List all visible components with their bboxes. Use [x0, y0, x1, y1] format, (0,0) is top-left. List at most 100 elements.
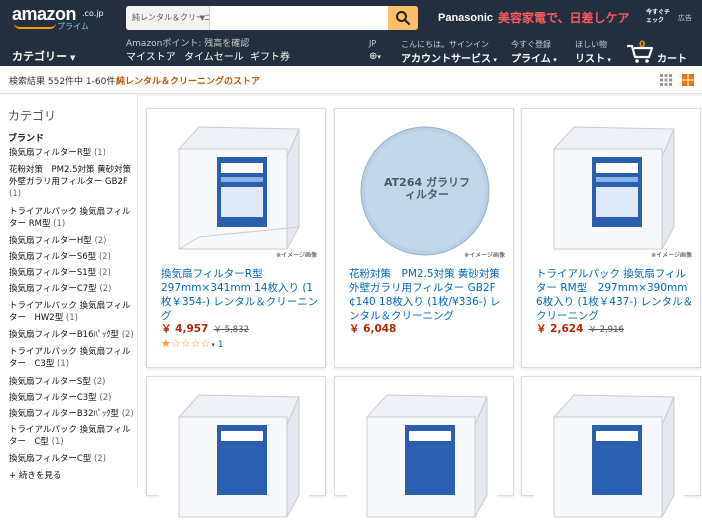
nav-link-timesale[interactable]: タイムセール [184, 48, 244, 63]
product-image[interactable] [534, 387, 684, 527]
globe-icon[interactable]: ⊕▾ [369, 51, 381, 62]
sidebar-item[interactable]: 換気扇フィルターR型 (1) [9, 147, 135, 159]
sidebar-item-label: 換気扇フィルターC7型 [9, 284, 97, 294]
sidebar-item[interactable]: 換気扇フィルターC3型 (2) [9, 392, 135, 404]
wishlist-menu[interactable]: リスト ▾ [575, 50, 611, 65]
sidebar-item[interactable]: 換気扇フィルターS型 (2) [9, 376, 135, 388]
product-image[interactable] [159, 387, 309, 527]
ad-label: 広告 [678, 14, 692, 22]
gallery-view-icon[interactable] [682, 74, 694, 86]
sidebar-title: カテゴリ [8, 109, 57, 123]
account-label: アカウントサービス [401, 54, 491, 65]
chevron-down-icon: ▼ [70, 54, 76, 62]
wishlist-label: リスト [575, 54, 605, 65]
promo-check-link[interactable]: 今すぐチェック [646, 9, 670, 25]
category-menu-label: カテゴリー [12, 50, 67, 63]
product-image[interactable] [347, 387, 497, 527]
sidebar-item[interactable]: 花粉対策 PM2.5対策 黄砂対策 外壁ガラリ用フィルター GB2F (1) [9, 164, 135, 200]
sidebar-item-count: (1) [57, 359, 70, 369]
product-title[interactable]: トライアルパック 換気扇フィルター RM型 297mm×390mm 6枚入り (… [536, 267, 694, 323]
price-value: ￥ 2,624 [536, 323, 584, 335]
rating-stars[interactable]: ★☆☆☆☆▾ 1 [161, 337, 224, 350]
brand-heading: ブランド [8, 134, 45, 144]
sidebar-item-count: (2) [98, 252, 111, 262]
product-card[interactable] [146, 376, 326, 527]
search-button[interactable] [388, 6, 418, 30]
sidebar-item-count: (2) [121, 409, 134, 419]
list-price: ￥ 5,832 [213, 325, 249, 335]
product-title[interactable]: 換気扇フィルターR型 297mm×341mm 14枚入り (1枚￥354-) レ… [161, 267, 319, 323]
sidebar-item-count: (2) [98, 268, 111, 278]
amazon-logo[interactable]: amazon .co.jp プライム [12, 4, 110, 31]
search-scope-dropdown[interactable]: 純レンタル＆クリーニング ▼ [126, 6, 210, 30]
account-greeting[interactable]: こんにちは。サインイン [401, 39, 489, 50]
sidebar-item-count: (2) [99, 284, 112, 294]
image-note: ※イメージ画像 [276, 252, 317, 259]
promo-banner-text[interactable]: 美容家電で、日差しケア [498, 9, 630, 26]
nav-link-gift-card[interactable]: ギフト券 [250, 48, 290, 63]
search-input[interactable] [210, 6, 388, 30]
wishlist-small[interactable]: ほしい物 [575, 39, 607, 50]
product-image[interactable] [534, 119, 684, 259]
sidebar-item[interactable]: トライアルパック 換気扇フィルター C型 (1) [9, 424, 135, 448]
store-link[interactable]: 純レンタル＆クリーニングのストア [116, 74, 260, 87]
see-more-link[interactable]: + 続きを見る [9, 470, 135, 482]
product-card[interactable]: ※イメージ画像 トライアルパック 換気扇フィルター RM型 297mm×390m… [521, 108, 701, 368]
product-title[interactable]: 花粉対策 PM2.5対策 黄砂対策 外壁ガラリ用フィルター GB2F ¢140 … [349, 267, 507, 323]
sidebar-item-count: (1) [65, 313, 78, 323]
sidebar-item-label: 換気扇フィルターH型 [9, 236, 92, 246]
product-card[interactable] [334, 376, 514, 527]
account-menu[interactable]: アカウントサービス ▾ [401, 50, 497, 65]
prime-label: プライム [511, 54, 551, 65]
sidebar-item-label: 換気扇フィルターR型 [9, 148, 92, 158]
sidebar-item-count: (2) [93, 454, 107, 464]
sidebar-item[interactable]: 換気扇フィルターS6型 (2) [9, 251, 135, 263]
sidebar-item-count: (1) [53, 219, 66, 229]
sidebar-item-count: (2) [94, 236, 107, 246]
prime-menu[interactable]: プライム ▾ [511, 50, 557, 65]
sidebar-item-count: (1) [9, 189, 22, 199]
prime-signup[interactable]: 今すぐ登録 [511, 39, 551, 50]
promo-brand[interactable]: Panasonic [438, 12, 493, 24]
grid-view-icon[interactable] [660, 74, 672, 86]
top-header: amazon .co.jp プライム 純レンタル＆クリーニング ▼ Panaso… [0, 0, 702, 66]
cart-button[interactable]: 0 カート [625, 40, 695, 65]
sidebar-item[interactable]: 換気扇フィルターB16ﾊﾟｯｸ型 (2) [9, 329, 135, 341]
sidebar-item[interactable]: 換気扇フィルターC型 (2) [9, 453, 135, 465]
sidebar-item-count: (1) [93, 148, 106, 158]
category-menu-button[interactable]: カテゴリー ▼ [12, 48, 75, 64]
price-value: ￥ 4,957 [161, 323, 209, 335]
category-sidebar: カテゴリ ブランド 換気扇フィルターR型 (1) 花粉対策 PM2.5対策 黄砂… [0, 95, 138, 488]
product-price: ￥ 6,048 [349, 321, 396, 336]
sidebar-item[interactable]: 換気扇フィルターB32ﾊﾟｯｸ型 (2) [9, 408, 135, 420]
sidebar-item-label: 換気扇フィルターB32ﾊﾟｯｸ型 [9, 409, 119, 419]
image-note: ※イメージ画像 [651, 252, 692, 259]
sidebar-item[interactable]: 換気扇フィルターC7型 (2) [9, 283, 135, 295]
language-code[interactable]: JP [369, 39, 376, 48]
product-card[interactable]: ※イメージ画像 換気扇フィルターR型 297mm×341mm 14枚入り (1枚… [146, 108, 326, 368]
sidebar-item[interactable]: トライアルパック 換気扇フィルター RM型 (1) [9, 206, 135, 230]
sidebar-item-count: (2) [121, 330, 134, 340]
results-bar: 検索結果 552件中 1-60件 純レンタル＆クリーニングのストア [0, 66, 702, 94]
sidebar-item-count: (2) [93, 377, 106, 387]
cart-count: 0 [639, 40, 646, 50]
product-card[interactable] [521, 376, 701, 527]
sidebar-item-label: 換気扇フィルターC型 [9, 454, 92, 464]
nav-link-my-store[interactable]: マイストア [126, 48, 176, 63]
sidebar-item[interactable]: トライアルパック 換気扇フィルター HW2型 (1) [9, 300, 135, 324]
product-image[interactable] [159, 119, 309, 259]
review-count[interactable]: 1 [218, 340, 224, 350]
logo-domain: .co.jp [82, 9, 104, 18]
chevron-down-icon: ▾ [211, 341, 215, 349]
sidebar-item-count: (1) [51, 437, 64, 447]
results-count: 検索結果 552件中 1-60件 [9, 77, 116, 87]
sidebar-item[interactable]: トライアルパック 換気扇フィルター C3型 (1) [9, 346, 135, 370]
sidebar-item-count: (2) [99, 393, 112, 403]
sidebar-item[interactable]: 換気扇フィルターS1型 (2) [9, 267, 135, 279]
sidebar-item-label: 換気扇フィルターC3型 [9, 393, 97, 403]
product-price: ￥ 2,624 ￥ 2,916 [536, 321, 624, 336]
sidebar-item-label: 換気扇フィルターB16ﾊﾟｯｸ型 [9, 330, 119, 340]
product-card[interactable]: AT264 ガラリフィルター ※イメージ画像 花粉対策 PM2.5対策 黄砂対策… [334, 108, 514, 368]
sidebar-item-label: トライアルパック 換気扇フィルター RM型 [9, 207, 131, 229]
sidebar-item[interactable]: 換気扇フィルターH型 (2) [9, 235, 135, 247]
